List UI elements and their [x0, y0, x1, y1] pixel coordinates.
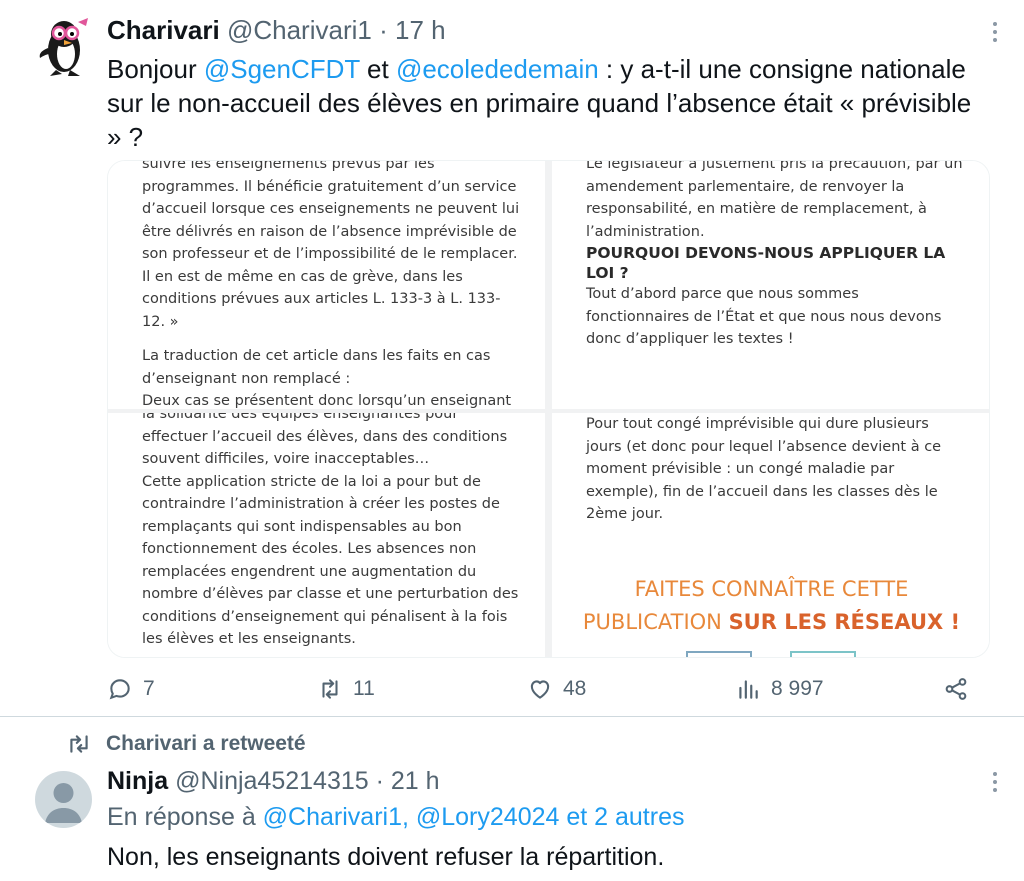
retweet-context[interactable]: Charivari a retweeté	[66, 730, 306, 758]
views-button[interactable]: 8 997	[735, 672, 824, 706]
tweet-header: Charivari @Charivari1 · 17 h	[107, 15, 446, 46]
media-image-1[interactable]: suivre les enseignements prévus par les …	[108, 161, 545, 409]
timeline-divider	[0, 716, 1024, 717]
media-image-2[interactable]: Le législateur a justement pris la préca…	[552, 161, 989, 409]
separator: ·	[379, 15, 388, 45]
media-text-1: suivre les enseignements prévus par les …	[142, 161, 520, 409]
views-icon	[739, 680, 758, 699]
share-icon	[945, 678, 967, 700]
more-icon[interactable]	[985, 17, 1005, 47]
reply-to-line: En réponse à @Charivari1, @Lory24024 et …	[107, 803, 685, 831]
retweet-icon	[70, 735, 88, 753]
reply-targets-link[interactable]: @Charivari1, @Lory24024 et 2 autres	[263, 803, 685, 831]
media-text-2: Le législateur a justement pris la préca…	[586, 161, 966, 351]
reply-header: Ninja @Ninja45214315 · 21 h	[107, 767, 440, 796]
reply-count: 7	[143, 677, 155, 700]
retweet-label: Charivari a retweeté	[106, 732, 306, 755]
tweet-time[interactable]: 17 h	[395, 15, 446, 45]
views-count: 8 997	[771, 677, 824, 700]
tweet-actions: 7 11 48 8 997	[107, 672, 987, 706]
author-name[interactable]: Charivari	[107, 15, 220, 45]
reply-author-name[interactable]: Ninja	[107, 767, 168, 795]
media-share-box	[790, 651, 856, 657]
more-icon[interactable]	[985, 767, 1005, 797]
reply-button[interactable]: 7	[107, 672, 155, 706]
like-count: 48	[563, 677, 587, 700]
like-button[interactable]: 48	[527, 672, 586, 706]
reply-icon	[109, 679, 130, 700]
mention-sgencfdt[interactable]: @SgenCFDT	[204, 54, 360, 84]
media-share-box	[686, 651, 752, 657]
tweet-media-grid[interactable]: suivre les enseignements prévus par les …	[107, 160, 990, 658]
default-avatar-icon[interactable]	[35, 771, 92, 828]
retweet-count: 11	[353, 677, 375, 700]
media-cta: FAITES CONNAÎTRE CETTE PUBLICATION SUR L…	[582, 577, 961, 634]
avatar-penguin-icon[interactable]	[34, 14, 98, 78]
media-text-4: Pour tout congé imprévisible qui dure pl…	[586, 416, 942, 522]
media-text-3: la solidarité des équipes enseignantes p…	[142, 413, 519, 647]
retweet-button[interactable]: 11	[317, 672, 375, 706]
reply-author-handle[interactable]: @Ninja45214315	[175, 767, 369, 795]
reply-text: Non, les enseignants doivent refuser la …	[107, 843, 665, 871]
media-divider	[108, 409, 989, 413]
like-icon	[530, 680, 550, 699]
reply-time[interactable]: 21 h	[391, 767, 440, 795]
separator: ·	[375, 767, 384, 795]
tweet-charivari[interactable]: Charivari @Charivari1 · 17 h Bonjour @Sg…	[0, 0, 1024, 716]
mention-ecolededemain[interactable]: @ecolededemain	[396, 54, 599, 84]
retweet-icon	[322, 679, 338, 699]
media-image-4[interactable]: Pour tout congé imprévisible qui dure pl…	[552, 413, 989, 657]
media-image-3[interactable]: la solidarité des équipes enseignantes p…	[108, 413, 545, 657]
tweet-text: Bonjour @SgenCFDT et @ecolededemain : y …	[107, 54, 972, 152]
author-handle[interactable]: @Charivari1	[227, 15, 372, 45]
media-heading: POURQUOI DEVONS-NOUS APPLIQUER LA LOI ?	[586, 244, 946, 282]
share-button[interactable]	[943, 672, 969, 706]
